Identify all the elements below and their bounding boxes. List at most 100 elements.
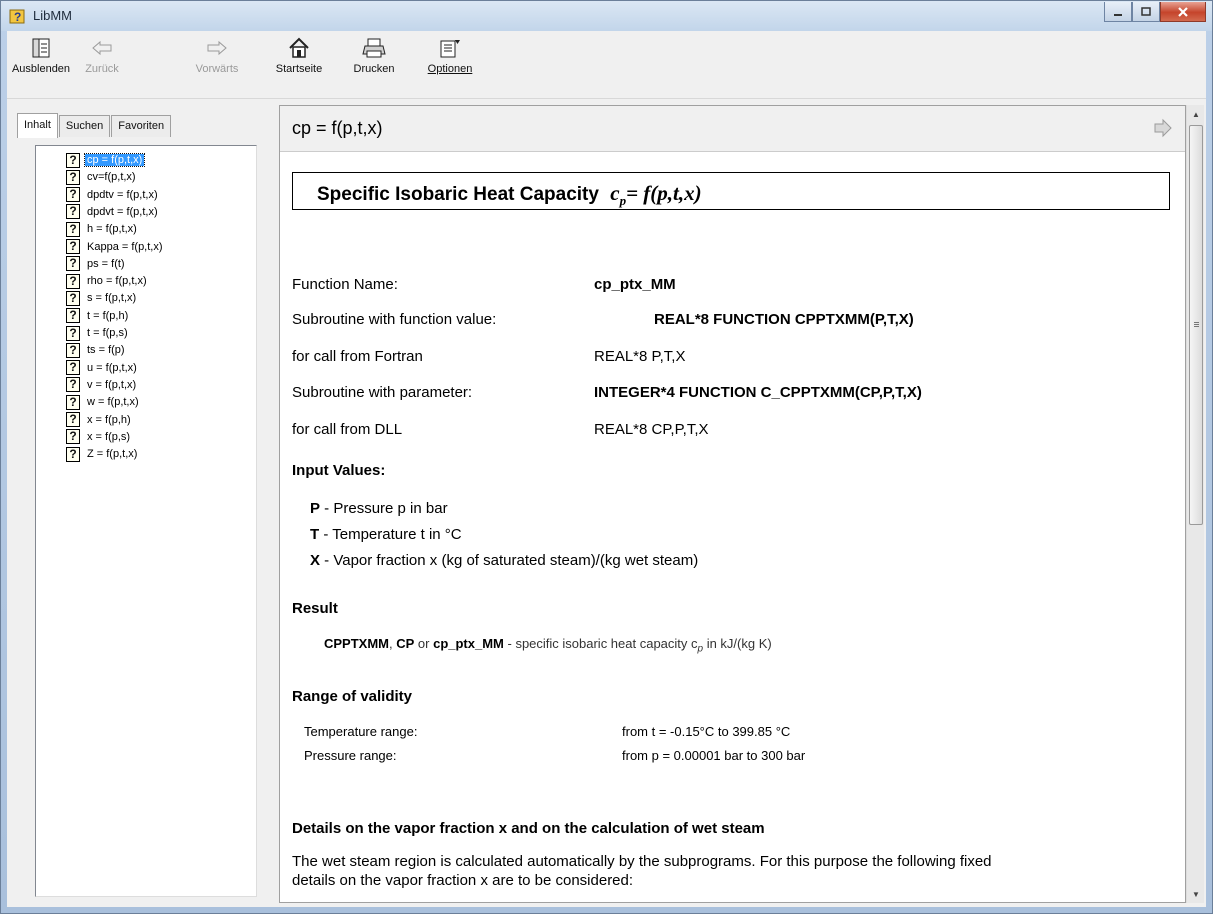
print-button[interactable]: Drucken (349, 33, 399, 93)
help-topic-icon: ? (66, 446, 80, 462)
tree-item-label: w = f(p,t,x) (87, 396, 139, 409)
sub-value-label: Subroutine with function value: (292, 311, 497, 328)
back-label: Zurück (85, 63, 119, 75)
topic-title: cp = f(p,t,x) (292, 118, 383, 138)
help-topic-icon: ? (66, 308, 80, 324)
forward-button[interactable]: Vorwärts (189, 33, 245, 93)
tree-item-label: x = f(p,h) (87, 413, 131, 426)
result-name-3: cp_ptx_MM (433, 636, 504, 651)
fortran-label: for call from Fortran (292, 348, 423, 365)
scroll-down-arrow-icon[interactable]: ▼ (1187, 885, 1205, 903)
tree-item[interactable]: ? dpdtv = f(p,t,x) (66, 187, 160, 203)
hide-button[interactable]: Ausblenden (11, 33, 71, 93)
tree-item[interactable]: ? h = f(p,t,x) (66, 221, 139, 237)
tree-item-label: dpdvt = f(p,t,x) (87, 205, 158, 218)
help-topic-icon: ? (66, 152, 80, 168)
toolbar: Ausblenden Zurück Vorwärts Startseite Dr… (7, 31, 1206, 99)
input-x-desc: - Vapor fraction x (kg of saturated stea… (320, 552, 699, 569)
back-arrow-icon (89, 35, 115, 61)
tree-item-label: s = f(p,t,x) (87, 292, 137, 305)
tab-search[interactable]: Suchen (58, 115, 111, 137)
tab-search-label: Suchen (65, 120, 104, 132)
details-heading: Details on the vapor fraction x and on t… (292, 820, 765, 837)
tree-item-label: ts = f(p) (87, 344, 125, 357)
close-button[interactable] (1160, 2, 1206, 22)
tab-contents[interactable]: Inhalt (17, 113, 58, 138)
tree-item-label: u = f(p,t,x) (87, 361, 137, 374)
title-bar[interactable]: ? LibMM (1, 1, 1212, 31)
details-line-1: The wet steam region is calculated autom… (292, 853, 992, 870)
tree-item[interactable]: ? Kappa = f(p,t,x) (66, 239, 165, 255)
tree-item[interactable]: ? u = f(p,t,x) (66, 360, 139, 376)
fortran-value: REAL*8 P,T,X (594, 348, 686, 365)
scroll-thumb[interactable] (1189, 125, 1203, 525)
back-button[interactable]: Zurück (77, 33, 127, 93)
dll-value: REAL*8 CP,P,T,X (594, 421, 709, 438)
tree-item[interactable]: ? x = f(p,h) (66, 412, 133, 428)
function-name-value: cp_ptx_MM (594, 276, 676, 293)
details-line-2: details on the vapor fraction x are to b… (292, 872, 634, 889)
tree-item[interactable]: ? dpdvt = f(p,t,x) (66, 204, 160, 220)
contents-tree[interactable]: ? cp = f(p,t,x)? cv=f(p,t,x)? dpdtv = f(p,t… (35, 145, 257, 897)
help-topic-icon: ? (66, 273, 80, 289)
tree-item[interactable]: ? cp = f(p,t,x) (66, 152, 146, 168)
input-t: T - Temperature t in °C (310, 526, 462, 543)
print-label: Drucken (353, 63, 395, 75)
home-icon (286, 35, 312, 61)
scroll-up-arrow-icon[interactable]: ▲ (1187, 105, 1205, 123)
help-topic-icon: ? (66, 412, 80, 427)
input-x: X - Vapor fraction x (kg of saturated st… (310, 552, 698, 569)
home-button[interactable]: Startseite (271, 33, 327, 93)
tree-item[interactable]: ? s = f(p,t,x) (66, 290, 138, 306)
nav-tabs: Inhalt Suchen Favoriten (17, 113, 172, 139)
help-topic-icon: ? (66, 290, 80, 306)
topic-heading-text: Specific Isobaric Heat Capacity (317, 184, 599, 205)
help-topic-icon: ? (66, 187, 80, 203)
tree-item[interactable]: ? t = f(p,h) (66, 308, 130, 324)
result-unit: in kJ/(kg K) (703, 636, 772, 651)
options-button[interactable]: Optionen (425, 33, 475, 93)
tree-item[interactable]: ? rho = f(p,t,x) (66, 273, 149, 289)
tree-item-label: rho = f(p,t,x) (87, 275, 147, 288)
tree-item[interactable]: ? t = f(p,s) (66, 325, 130, 341)
tree-item[interactable]: ? ts = f(p) (66, 342, 127, 358)
window-title: LibMM (33, 8, 73, 23)
temp-range-value: from t = -0.15°C to 399.85 °C (622, 724, 791, 739)
dll-label: for call from DLL (292, 421, 403, 438)
topic-heading-box: Specific Isobaric Heat Capacity cp= f(p,… (292, 172, 1170, 210)
navigation-pane: Inhalt Suchen Favoriten ? cp = f(p,t,x)? c… (7, 105, 261, 903)
tree-item[interactable]: ? x = f(p,s) (66, 429, 132, 445)
help-topic-icon: ? (66, 221, 80, 237)
tab-favorites[interactable]: Favoriten (111, 115, 172, 137)
tree-item-label: Z = f(p,t,x) (87, 448, 138, 461)
tree-item[interactable]: ? w = f(p,t,x) (66, 394, 141, 410)
sub-param-label: Subroutine with parameter: (292, 384, 473, 401)
topic-scrollbar[interactable]: ▲ ▼ (1186, 105, 1204, 903)
result-heading: Result (292, 600, 338, 617)
result-name-2: CP (396, 636, 415, 651)
printer-icon (361, 35, 387, 61)
sub-value-value: REAL*8 FUNCTION CPPTXMM(P,T,X) (654, 311, 914, 328)
hide-pane-icon (28, 35, 54, 61)
maximize-button[interactable] (1132, 2, 1160, 22)
tree-item[interactable]: ? ps = f(t) (66, 256, 127, 272)
next-topic-arrow-icon[interactable] (1153, 118, 1173, 138)
minimize-icon (1114, 13, 1122, 16)
tree-item[interactable]: ? Z = f(p,t,x) (66, 446, 139, 462)
temp-range-label: Temperature range: (304, 724, 418, 739)
tab-favorites-label: Favoriten (118, 120, 165, 132)
app-window: ? LibMM Ausblenden Zurück Vorwärts Start… (0, 0, 1213, 914)
help-topic-icon: ? (66, 325, 80, 341)
tree-item-label: dpdtv = f(p,t,x) (87, 188, 158, 201)
topic-title-bar: cp = f(p,t,x) (280, 106, 1185, 152)
tree-item[interactable]: ? cv=f(p,t,x) (66, 169, 138, 185)
close-icon (1178, 6, 1188, 17)
result-desc: - specific isobaric heat capacity c (503, 636, 698, 651)
minimize-button[interactable] (1104, 2, 1132, 22)
tree-item[interactable]: ? v = f(p,t,x) (66, 377, 138, 393)
topic-heading-formula: = f(p,t,x) (626, 181, 702, 205)
help-topic-icon: ? (66, 377, 80, 393)
pressure-range-value: from p = 0.00001 bar to 300 bar (622, 748, 806, 763)
tree-item-label: v = f(p,t,x) (87, 378, 137, 391)
help-topic-icon: ? (66, 360, 80, 376)
